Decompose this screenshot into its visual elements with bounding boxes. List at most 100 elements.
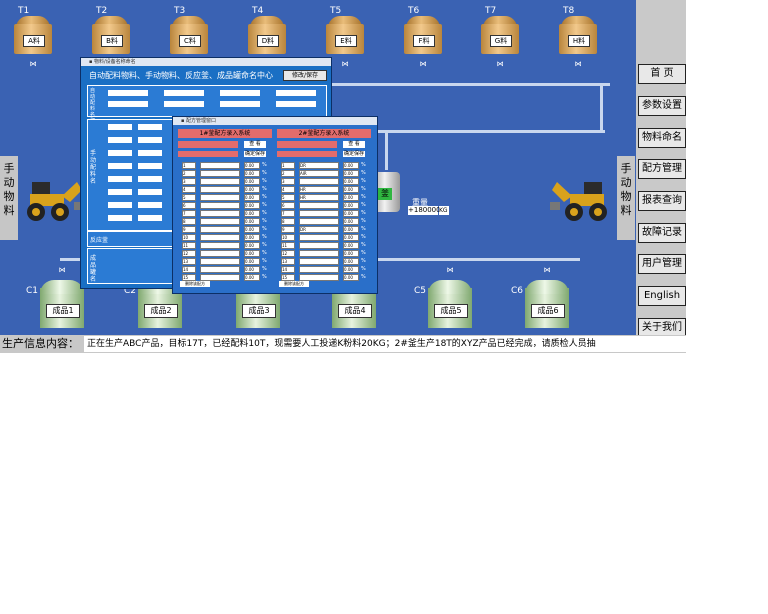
material-name-field[interactable] <box>220 90 260 96</box>
manual-material-name-field[interactable] <box>108 150 132 156</box>
manual-material-name-field[interactable] <box>108 189 132 195</box>
raw-material-tank[interactable]: A料 <box>14 16 52 56</box>
valve-icon[interactable]: ⋈ <box>58 266 66 274</box>
recipe-amount-field[interactable]: 0.00 <box>244 186 260 193</box>
raw-material-tank[interactable]: F料 <box>404 16 442 56</box>
valve-icon[interactable]: ⋈ <box>419 60 427 68</box>
manual-material-name-field[interactable] <box>138 215 162 221</box>
valve-icon[interactable]: ⋈ <box>29 60 37 68</box>
panel1-delete-button[interactable]: 删除该配方 <box>180 281 210 287</box>
nav-materials-button[interactable]: 物料命名 <box>638 128 686 148</box>
recipe-material-select[interactable] <box>200 250 240 257</box>
recipe-material-select[interactable]: HR <box>299 194 339 201</box>
recipe-amount-field[interactable]: 0.00 <box>244 218 260 225</box>
recipe-material-select[interactable] <box>200 242 240 249</box>
panel1-confirm-button[interactable]: 确定保存 <box>244 151 266 157</box>
recipe-material-select[interactable] <box>299 234 339 241</box>
recipe-material-select[interactable] <box>299 218 339 225</box>
nav-english-button[interactable]: English <box>638 286 686 306</box>
panel2-recipe-select[interactable] <box>277 141 337 148</box>
recipe-amount-field[interactable]: 0.00 <box>244 250 260 257</box>
manual-material-name-field[interactable] <box>108 163 132 169</box>
recipe-amount-field[interactable]: 0.00 <box>343 274 359 281</box>
recipe-amount-field[interactable]: 0.00 <box>343 218 359 225</box>
recipe-material-select[interactable] <box>299 210 339 217</box>
recipe-amount-field[interactable]: 0.00 <box>343 194 359 201</box>
recipe-amount-field[interactable]: 0.00 <box>343 266 359 273</box>
panel2-confirm-button[interactable]: 确定保存 <box>343 151 365 157</box>
manual-material-name-field[interactable] <box>108 137 132 143</box>
manual-material-name-field[interactable] <box>138 176 162 182</box>
recipe-material-select[interactable] <box>200 274 240 281</box>
nav-recipes-button[interactable]: 配方管理 <box>638 159 686 179</box>
manual-material-name-field[interactable] <box>108 176 132 182</box>
recipe-amount-field[interactable]: 0.00 <box>244 226 260 233</box>
valve-icon[interactable]: ⋈ <box>574 60 582 68</box>
recipe-material-select[interactable] <box>299 266 339 273</box>
raw-material-tank[interactable]: B料 <box>92 16 130 56</box>
recipe-material-select[interactable] <box>200 202 240 209</box>
recipe-amount-field[interactable]: 0.00 <box>343 226 359 233</box>
product-tank[interactable]: 成品1 <box>40 280 84 330</box>
material-name-field[interactable] <box>220 101 260 107</box>
recipe-material-select[interactable] <box>200 218 240 225</box>
recipe-amount-field[interactable]: 0.00 <box>343 186 359 193</box>
recipe-amount-field[interactable]: 0.00 <box>244 202 260 209</box>
material-name-field[interactable] <box>164 90 204 96</box>
raw-material-tank[interactable]: G料 <box>481 16 519 56</box>
manual-material-name-field[interactable] <box>138 189 162 195</box>
recipe-amount-field[interactable]: 0.00 <box>343 250 359 257</box>
left-manual-material-tab[interactable]: 手动物料 <box>0 156 18 240</box>
recipe-material-select[interactable] <box>200 258 240 265</box>
recipe-amount-field[interactable]: 0.00 <box>343 170 359 177</box>
material-name-field[interactable] <box>276 90 316 96</box>
manual-material-name-field[interactable] <box>138 137 162 143</box>
material-name-field[interactable] <box>276 101 316 107</box>
recipe-material-select[interactable]: HR <box>299 186 339 193</box>
recipe-amount-field[interactable]: 0.00 <box>244 194 260 201</box>
recipe-material-select[interactable] <box>200 226 240 233</box>
recipe-amount-field[interactable]: 0.00 <box>244 162 260 169</box>
product-tank[interactable]: 成品6 <box>525 280 569 330</box>
valve-icon[interactable]: ⋈ <box>341 60 349 68</box>
recipe-material-select[interactable] <box>200 266 240 273</box>
recipe-material-select[interactable] <box>299 202 339 209</box>
panel1-recipe-select[interactable] <box>178 141 238 148</box>
recipe-amount-field[interactable]: 0.00 <box>244 234 260 241</box>
recipe-amount-field[interactable]: 0.00 <box>343 202 359 209</box>
manual-material-name-field[interactable] <box>138 202 162 208</box>
recipe-amount-field[interactable]: 0.00 <box>343 210 359 217</box>
recipe-material-select[interactable] <box>200 170 240 177</box>
recipe-amount-field[interactable]: 0.00 <box>244 170 260 177</box>
recipe-amount-field[interactable]: 0.00 <box>343 234 359 241</box>
right-manual-material-tab[interactable]: 手动物料 <box>617 156 635 240</box>
manual-material-name-field[interactable] <box>138 163 162 169</box>
material-name-field[interactable] <box>164 101 204 107</box>
panel2-query-button[interactable]: 查 看 <box>343 141 365 148</box>
nav-faults-button[interactable]: 故障记录 <box>638 223 686 243</box>
recipe-amount-field[interactable]: 0.00 <box>244 242 260 249</box>
recipe-amount-field[interactable]: 0.00 <box>244 258 260 265</box>
panel2-delete-button[interactable]: 删除该配方 <box>279 281 309 287</box>
manual-material-name-field[interactable] <box>138 150 162 156</box>
manual-material-name-field[interactable] <box>138 124 162 130</box>
panel1-query-button[interactable]: 查 看 <box>244 141 266 148</box>
raw-material-tank[interactable]: C料 <box>170 16 208 56</box>
recipe-material-select[interactable]: DR <box>299 162 339 169</box>
recipe-amount-field[interactable]: 0.00 <box>244 178 260 185</box>
recipe-amount-field[interactable]: 0.00 <box>244 210 260 217</box>
recipe-amount-field[interactable]: 0.00 <box>343 258 359 265</box>
nav-home-button[interactable]: 首 页 <box>638 64 686 84</box>
recipe-material-select[interactable] <box>299 250 339 257</box>
manual-material-name-field[interactable] <box>108 202 132 208</box>
recipe-material-select[interactable] <box>200 186 240 193</box>
recipe-material-select[interactable] <box>200 178 240 185</box>
nav-users-button[interactable]: 用户管理 <box>638 254 686 274</box>
recipe-material-select[interactable] <box>299 274 339 281</box>
raw-material-tank[interactable]: D料 <box>248 16 286 56</box>
valve-icon[interactable]: ⋈ <box>446 266 454 274</box>
recipe-material-select[interactable] <box>200 162 240 169</box>
recipe-material-select[interactable] <box>299 242 339 249</box>
recipe-material-select[interactable] <box>299 258 339 265</box>
recipe-amount-field[interactable]: 0.00 <box>244 274 260 281</box>
